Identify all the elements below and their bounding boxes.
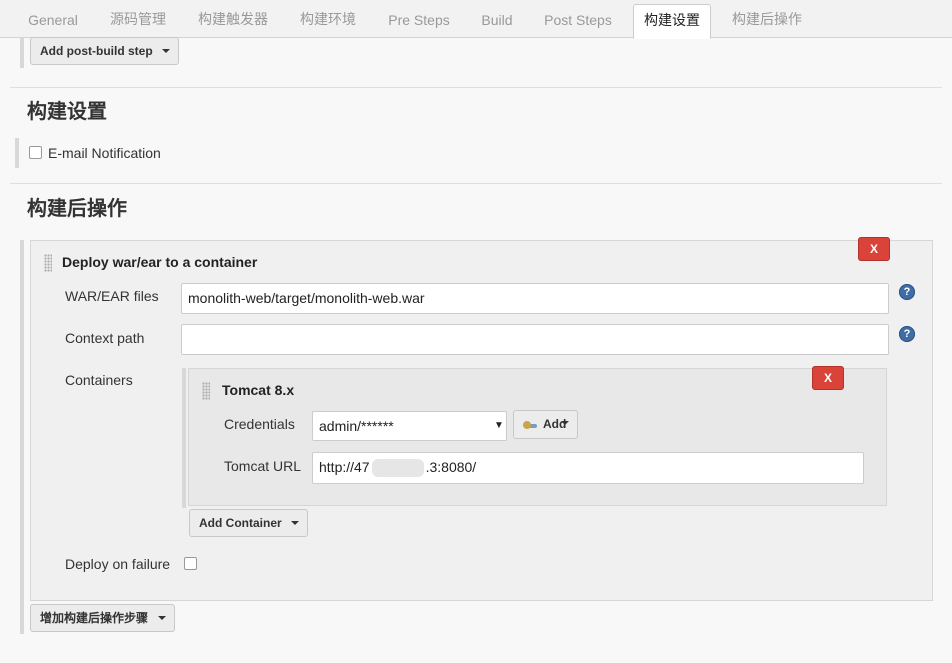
war-files-label: WAR/EAR files bbox=[65, 288, 159, 304]
add-post-build-step-label: Add post-build step bbox=[40, 44, 153, 58]
add-container-button[interactable]: Add Container bbox=[189, 509, 308, 537]
select-arrow-icon: ▼ bbox=[494, 420, 504, 431]
tab-general[interactable]: General bbox=[16, 4, 90, 38]
caret-down-icon bbox=[561, 421, 569, 425]
redacted-region bbox=[371, 459, 424, 478]
containers-label: Containers bbox=[65, 372, 133, 388]
section-indicator bbox=[182, 368, 186, 508]
credentials-label: Credentials bbox=[224, 416, 295, 432]
tomcat-title: Tomcat 8.x bbox=[222, 382, 295, 398]
tab-build-triggers[interactable]: 构建触发器 bbox=[186, 4, 280, 38]
tomcat-url-label: Tomcat URL bbox=[224, 458, 302, 474]
divider bbox=[10, 87, 942, 88]
tab-source-control[interactable]: 源码管理 bbox=[98, 4, 178, 38]
drag-handle-icon[interactable] bbox=[202, 382, 210, 400]
tab-pre-steps[interactable]: Pre Steps bbox=[376, 4, 462, 38]
deploy-panel-title: Deploy war/ear to a container bbox=[62, 254, 258, 270]
credentials-value: admin/****** bbox=[319, 418, 394, 434]
add-post-build-action-label: 增加构建后操作步骤 bbox=[40, 611, 149, 625]
deploy-on-failure-checkbox[interactable] bbox=[184, 557, 197, 570]
help-icon[interactable]: ? bbox=[899, 284, 915, 300]
key-head bbox=[523, 421, 531, 429]
build-settings-title: 构建设置 bbox=[27, 99, 107, 123]
context-path-input[interactable] bbox=[181, 324, 889, 355]
credentials-select[interactable]: admin/****** ▼ bbox=[312, 411, 507, 441]
tab-build[interactable]: Build bbox=[470, 4, 524, 38]
delete-container-button[interactable]: X bbox=[812, 366, 844, 390]
caret-down-icon bbox=[291, 521, 299, 525]
caret-down-icon bbox=[162, 49, 170, 53]
help-icon[interactable]: ? bbox=[899, 326, 915, 342]
tab-post-steps[interactable]: Post Steps bbox=[532, 4, 624, 38]
caret-down-icon bbox=[158, 616, 166, 620]
drag-handle-icon[interactable] bbox=[44, 254, 52, 272]
tab-bar: General 源码管理 构建触发器 构建环境 Pre Steps Build … bbox=[0, 0, 952, 39]
divider bbox=[10, 183, 942, 184]
tomcat-url-prefix: http://47 bbox=[319, 459, 370, 475]
email-notification-label: E-mail Notification bbox=[48, 145, 161, 161]
section-indicator bbox=[15, 138, 19, 168]
email-notification-checkbox[interactable] bbox=[29, 146, 42, 159]
tomcat-url-input[interactable]: http://47 .3:8080/ bbox=[312, 452, 864, 484]
tab-post-build-actions[interactable]: 构建后操作 bbox=[720, 4, 814, 38]
add-credentials-button[interactable]: Add bbox=[513, 410, 578, 439]
section-indicator bbox=[20, 240, 24, 634]
add-container-label: Add Container bbox=[199, 516, 282, 530]
section-indicator bbox=[20, 38, 24, 68]
delete-deploy-button[interactable]: X bbox=[858, 237, 890, 261]
context-path-label: Context path bbox=[65, 330, 145, 346]
post-build-title: 构建后操作 bbox=[27, 196, 127, 220]
add-post-build-step-button[interactable]: Add post-build step bbox=[30, 37, 179, 65]
war-files-input[interactable]: monolith-web/target/monolith-web.war bbox=[181, 283, 889, 314]
deploy-on-failure-label: Deploy on failure bbox=[65, 556, 171, 572]
add-post-build-action-button[interactable]: 增加构建后操作步骤 bbox=[30, 604, 175, 632]
tab-build-settings[interactable]: 构建设置 bbox=[633, 4, 711, 39]
tomcat-url-suffix: .3:8080/ bbox=[425, 459, 477, 475]
tab-build-environment[interactable]: 构建环境 bbox=[288, 4, 368, 38]
